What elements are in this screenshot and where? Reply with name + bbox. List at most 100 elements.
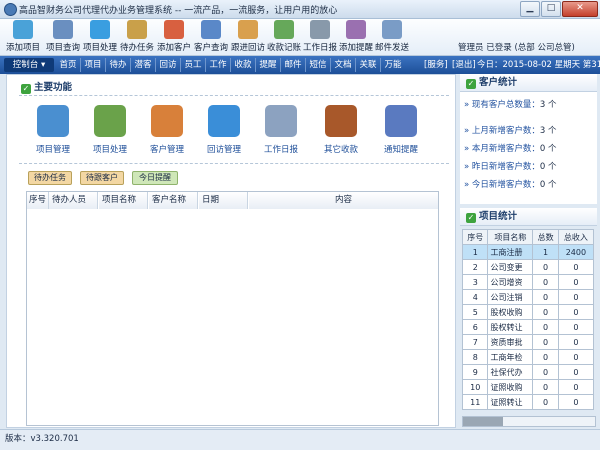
login-status: 已登录	[486, 43, 512, 53]
tab-todo-task[interactable]: 待办任务	[28, 171, 72, 185]
toolbar-mail[interactable]: 邮件发送	[374, 20, 410, 54]
cell-total: 0	[532, 334, 559, 350]
scrollbar-thumb[interactable]	[463, 417, 503, 426]
cell-total: 0	[532, 319, 559, 335]
table-row[interactable]: 8 工商年检 0 0	[461, 349, 595, 365]
add-customer-icon	[164, 20, 184, 39]
func-label: 回访管理	[206, 145, 241, 155]
horizontal-scrollbar[interactable]	[462, 416, 596, 427]
func-visit-manage[interactable]: 回访管理	[194, 105, 254, 155]
table-row[interactable]: 11 证照转让 0 0	[461, 394, 595, 410]
cell-revenue: 0	[557, 259, 595, 275]
add-reminder-icon	[346, 20, 366, 39]
func-label: 工作日报	[263, 145, 298, 155]
grid-col-assignee[interactable]: 待办人员	[49, 192, 98, 209]
col-total[interactable]: 总数	[532, 229, 559, 245]
table-row[interactable]: 1 工商注册 1 2400	[461, 244, 595, 260]
tab-pending-customer[interactable]: 待跟客户	[80, 171, 124, 185]
divider	[19, 95, 449, 96]
func-project-process[interactable]: 项目处理	[80, 105, 140, 155]
func-notice[interactable]: 通知提醒	[371, 105, 431, 155]
maximize-button[interactable]: □	[541, 1, 561, 17]
grid-col-project[interactable]: 项目名称	[99, 192, 148, 209]
col-seq[interactable]: 序号	[461, 229, 489, 245]
grid-col-content[interactable]: 内容	[249, 192, 438, 209]
nav-item[interactable]: 邮件	[281, 58, 306, 72]
nav-item[interactable]: 工作	[206, 58, 231, 72]
nav-item[interactable]: 短信	[306, 58, 331, 72]
customer-stats-panel: ✓ 客户统计 » 现有客户总数量：3 个 » 上月新增客户数：3 个 » 本月新增…	[460, 74, 597, 204]
table-row[interactable]: 7 资质审批 0 0	[461, 334, 595, 350]
mail-icon	[382, 20, 402, 39]
nav-item[interactable]: 员工	[181, 58, 206, 72]
close-button[interactable]: ✕	[562, 1, 598, 17]
toolbar-payment[interactable]: 收款记账	[266, 20, 302, 54]
cell-total: 0	[532, 349, 559, 365]
user-info: 管理员 已登录 (总部 公司总管)	[458, 41, 575, 53]
process-project-icon	[90, 20, 110, 39]
nav-exit-link[interactable]: [退出]	[452, 58, 476, 72]
func-label: 客户管理	[149, 145, 184, 155]
table-row[interactable]: 5 股权收购 0 0	[461, 304, 595, 320]
grid-col-seq[interactable]: 序号	[27, 192, 49, 209]
cell-name: 公司增资	[487, 274, 534, 290]
nav-item[interactable]: 潜客	[131, 58, 156, 72]
nav-item[interactable]: 回访	[156, 58, 181, 72]
toolbar-add-customer[interactable]: 添加客户	[156, 20, 192, 54]
toolbar-label: 项目查询	[45, 43, 80, 53]
toolbar-add-project[interactable]: 添加项目	[2, 20, 44, 54]
section-title: 主要功能	[34, 82, 73, 93]
func-work-report[interactable]: 工作日报	[251, 105, 311, 155]
toolbar-todo-task[interactable]: 待办任务	[118, 20, 156, 54]
table-row[interactable]: 9 社保代办 0 0	[461, 364, 595, 380]
cell-name: 工商年检	[487, 349, 534, 365]
task-grid[interactable]: 序号 待办人员 项目名称 客户名称 日期 内容	[26, 191, 439, 426]
grid-col-date[interactable]: 日期	[199, 192, 248, 209]
table-row[interactable]: 4 公司注销 0 0	[461, 289, 595, 305]
toolbar-project-process[interactable]: 项目处理	[82, 20, 118, 54]
nav-console[interactable]: 控制台 ▾	[4, 58, 54, 72]
table-row[interactable]: 10 证照收购 0 0	[461, 379, 595, 395]
grid-col-customer[interactable]: 客户名称	[149, 192, 198, 209]
cell-revenue: 0	[557, 319, 595, 335]
nav-item[interactable]: 文档	[331, 58, 356, 72]
divider	[19, 163, 449, 164]
project-stats-header: ✓ 项目统计	[460, 208, 597, 226]
col-project-name[interactable]: 项目名称	[487, 229, 534, 245]
nav-item[interactable]: 关联	[356, 58, 381, 72]
nav-item[interactable]: 万能	[381, 58, 405, 72]
nav-service-link[interactable]: [服务]	[424, 58, 448, 72]
payment-icon	[274, 20, 294, 39]
col-revenue[interactable]: 总收入	[557, 229, 595, 245]
cell-name: 社保代办	[487, 364, 534, 380]
nav-item[interactable]: 项目	[81, 58, 106, 72]
tab-today-reminder[interactable]: 今日提醒	[132, 171, 178, 185]
table-row[interactable]: 3 公司增资 0 0	[461, 274, 595, 290]
toolbar-label: 项目处理	[82, 43, 117, 53]
user-dept: (总部	[514, 43, 535, 53]
main-toolbar: 添加项目 项目查询 项目处理 待办任务 添加客户 客户查询 跟进回访 收款记账 …	[0, 19, 600, 56]
cell-seq: 11	[461, 394, 489, 410]
table-row[interactable]: 2 公司变更 0 0	[461, 259, 595, 275]
func-project-manage[interactable]: 项目管理	[23, 105, 83, 155]
table-row[interactable]: 6 股权转让 0 0	[461, 319, 595, 335]
cell-total: 0	[532, 304, 559, 320]
toolbar-followup[interactable]: 跟进回访	[230, 20, 266, 54]
nav-item[interactable]: 提醒	[256, 58, 281, 72]
toolbar-label: 待办任务	[119, 43, 154, 53]
nav-item[interactable]: 待办	[106, 58, 131, 72]
project-stats-table[interactable]: 序号 项目名称 总数 总收入 1 工商注册 1 2400 2 公司变更 0 0 3 公司增资 0…	[461, 229, 595, 410]
notice-icon	[385, 105, 417, 137]
toolbar-customer-search[interactable]: 客户查询	[192, 20, 230, 54]
nav-item[interactable]: 收款	[231, 58, 256, 72]
toolbar-add-reminder[interactable]: 添加提醒	[338, 20, 374, 54]
toolbar-daily-report[interactable]: 工作日报	[302, 20, 338, 54]
nav-item[interactable]: 首页	[56, 58, 81, 72]
check-icon: ✓	[466, 213, 476, 223]
func-customer-manage[interactable]: 客户管理	[137, 105, 197, 155]
func-label: 项目管理	[35, 145, 70, 155]
toolbar-label: 收款记账	[266, 43, 301, 53]
minimize-button[interactable]: ▁	[520, 1, 540, 17]
func-other-payment[interactable]: 其它收款	[311, 105, 371, 155]
toolbar-project-search[interactable]: 项目查询	[44, 20, 82, 54]
